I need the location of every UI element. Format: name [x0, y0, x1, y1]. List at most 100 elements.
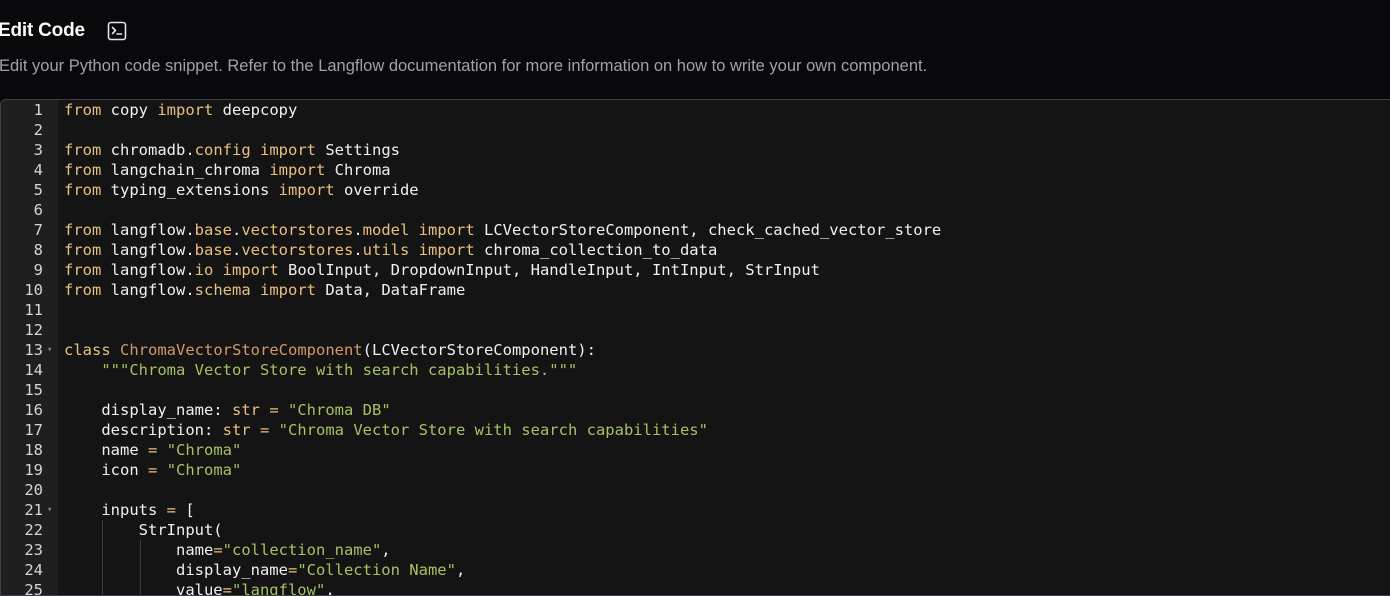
code-token: model: [362, 221, 410, 239]
code-token: =: [269, 401, 279, 419]
code-token: from: [64, 101, 102, 119]
code-line[interactable]: 18 name = "Chroma": [1, 440, 1390, 460]
title-row: Edit Code: [0, 19, 127, 43]
code-text: value="langflow",: [64, 580, 335, 596]
code-line[interactable]: 23 name="collection_name",: [1, 540, 1390, 560]
fold-toggle-icon[interactable]: ▾: [47, 340, 52, 360]
code-text: from langflow.io import BoolInput, Dropd…: [64, 260, 820, 280]
code-token: "Chroma DB": [288, 401, 391, 419]
code-line[interactable]: 3 from chromadb.config import Settings: [1, 140, 1390, 160]
code-token: langflow.: [101, 221, 195, 239]
code-token: copy: [101, 101, 158, 119]
code-line[interactable]: 24 display_name="Collection Name",: [1, 560, 1390, 580]
code-text: display_name="Collection Name",: [64, 560, 465, 580]
code-token: deepcopy: [213, 101, 298, 119]
code-line[interactable]: 10 from langflow.schema import Data, Data…: [1, 280, 1390, 300]
line-number: 25: [24, 581, 43, 596]
code-text: display_name: str = "Chroma DB": [64, 400, 391, 420]
code-text: from langflow.base.vectorstores.model im…: [64, 220, 941, 240]
code-line[interactable]: 9 from langflow.io import BoolInput, Drop…: [1, 260, 1390, 280]
dialog-title: Edit Code: [0, 20, 85, 41]
code-line[interactable]: 20: [1, 480, 1390, 500]
code-token: name: [64, 441, 148, 459]
code-line[interactable]: 15: [1, 380, 1390, 400]
code-line[interactable]: 21 ▾ inputs = [: [1, 500, 1390, 520]
line-number: 19: [24, 461, 43, 479]
code-token: "Chroma": [166, 441, 242, 459]
code-line[interactable]: 16 display_name: str = "Chroma DB": [1, 400, 1390, 420]
code-token: str: [222, 421, 251, 439]
code-token: langflow.: [101, 281, 195, 299]
code-token: "Collection Name": [297, 561, 456, 579]
code-editor[interactable]: 1 from copy import deepcopy 2 3 from chromad…: [0, 99, 1390, 596]
code-line[interactable]: 1 from copy import deepcopy: [1, 100, 1390, 120]
code-token: =: [287, 561, 298, 579]
code-token: .: [231, 241, 242, 259]
code-line[interactable]: 22 StrInput(: [1, 520, 1390, 540]
code-text: description: str = "Chroma Vector Store …: [64, 420, 708, 440]
line-number: 7: [33, 221, 43, 239]
code-line[interactable]: 6: [1, 200, 1390, 220]
code-token: "langflow": [231, 581, 326, 596]
code-line[interactable]: 11: [1, 300, 1390, 320]
code-token: from: [64, 141, 102, 159]
line-number: 15: [24, 381, 43, 399]
code-line[interactable]: 5 from typing_extensions import override: [1, 180, 1390, 200]
code-token: (LCVectorStoreComponent):: [362, 341, 596, 359]
code-line[interactable]: 17 description: str = "Chroma Vector Sto…: [1, 420, 1390, 440]
code-token: BoolInput, DropdownInput, HandleInput, I…: [278, 261, 820, 279]
code-token: base: [194, 241, 232, 259]
code-text: from langflow.base.vectorstores.utils im…: [64, 240, 717, 260]
code-text: name = "Chroma": [64, 440, 241, 460]
code-token: .: [353, 241, 363, 259]
line-number: 9: [33, 261, 43, 279]
code-line[interactable]: 12: [1, 320, 1390, 340]
code-line[interactable]: 2: [1, 120, 1390, 140]
line-number: 14: [24, 361, 43, 379]
code-token: config: [194, 141, 251, 159]
code-token: ,: [325, 581, 335, 596]
code-token: typing_extensions: [101, 181, 279, 199]
code-token: import: [418, 221, 475, 239]
code-token: display_name:: [64, 401, 232, 419]
code-token: inputs: [64, 501, 167, 519]
code-token: langflow.: [101, 261, 195, 279]
line-number: 1: [33, 101, 43, 119]
line-number: 16: [24, 401, 43, 419]
code-line[interactable]: 4 from langchain_chroma import Chroma: [1, 160, 1390, 180]
code-token: schema: [194, 281, 251, 299]
fold-toggle-icon[interactable]: ▾: [47, 500, 52, 520]
code-line[interactable]: 25 value="langflow",: [1, 580, 1390, 596]
code-text: icon = "Chroma": [64, 460, 241, 480]
code-line[interactable]: 7 from langflow.base.vectorstores.model i…: [1, 220, 1390, 240]
code-line[interactable]: 19 icon = "Chroma": [1, 460, 1390, 480]
code-token: ,: [455, 561, 466, 579]
code-line[interactable]: 13 ▾ class ChromaVectorStoreComponent(LCVe…: [1, 340, 1390, 360]
code-token: Settings: [316, 141, 400, 159]
line-number: 18: [24, 441, 43, 459]
code-line[interactable]: 8 from langflow.base.vectorstores.utils i…: [1, 240, 1390, 260]
code-token: io: [194, 261, 214, 279]
code-token: =: [259, 421, 270, 439]
code-text: name="collection_name",: [64, 540, 391, 560]
line-number: 12: [24, 321, 43, 339]
code-line[interactable]: 14 """Chroma Vector Store with search ca…: [1, 360, 1390, 380]
code-token: import: [269, 161, 326, 179]
code-token: value: [64, 581, 223, 596]
code-content[interactable]: 1 from copy import deepcopy 2 3 from chromad…: [1, 100, 1390, 595]
code-token: "Chroma": [166, 461, 242, 479]
code-text: from typing_extensions import override: [64, 180, 419, 200]
code-text: from copy import deepcopy: [64, 100, 297, 120]
code-token: chromadb.: [101, 141, 195, 159]
line-number: 13: [24, 341, 43, 359]
code-text: StrInput(: [64, 520, 223, 540]
